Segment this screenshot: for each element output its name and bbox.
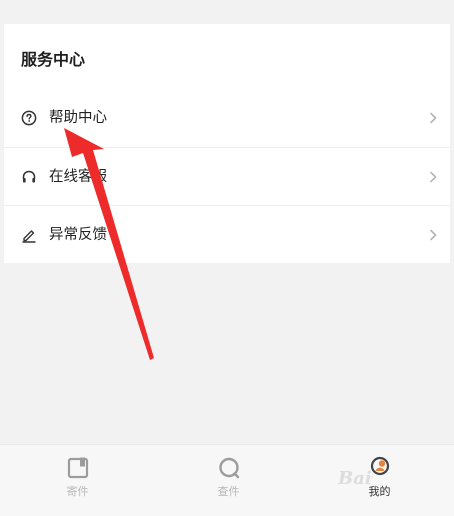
tab-track[interactable]: 查件 <box>153 445 304 516</box>
bottom-tab-bar: 寄件 查件 我的 <box>0 444 454 516</box>
tab-mine[interactable]: 我的 <box>304 445 454 516</box>
search-package-icon <box>218 457 239 479</box>
section-title: 服务中心 <box>21 50 86 69</box>
menu-item-online-service[interactable]: 在线客服 <box>4 148 450 206</box>
pencil-icon <box>20 226 38 244</box>
chevron-right-icon <box>430 112 437 124</box>
question-circle-icon <box>20 109 38 127</box>
menu-item-label: 帮助中心 <box>49 110 107 126</box>
menu-item-help-center[interactable]: 帮助中心 <box>4 89 450 147</box>
send-package-icon <box>67 457 88 479</box>
chevron-right-icon <box>430 229 437 241</box>
watermark: Bai <box>338 468 372 489</box>
card-right-edge <box>450 24 454 263</box>
menu-item-label: 在线客服 <box>49 169 107 185</box>
top-spacer <box>0 0 454 24</box>
menu-item-label: 异常反馈 <box>49 227 107 243</box>
empty-content-area <box>0 263 454 444</box>
headset-icon <box>20 168 38 186</box>
tab-send[interactable]: 寄件 <box>2 445 153 516</box>
chevron-right-icon <box>430 171 437 183</box>
tab-label: 寄件 <box>66 485 89 498</box>
menu-item-exception-feedback[interactable]: 异常反馈 <box>4 206 450 264</box>
tab-label: 我的 <box>368 485 391 498</box>
tab-label: 查件 <box>217 485 240 498</box>
